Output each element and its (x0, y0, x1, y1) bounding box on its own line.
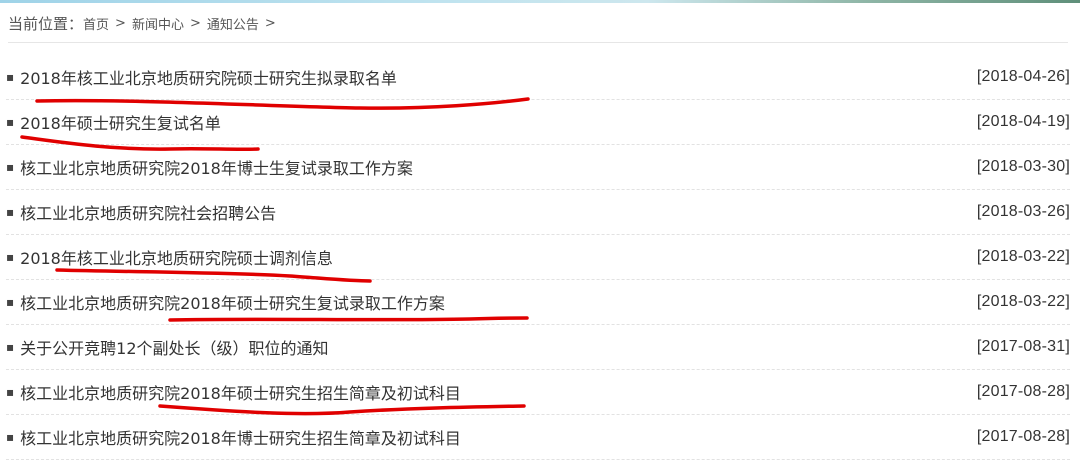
breadcrumb-separator: > (264, 15, 276, 31)
bullet-icon: ▪ (6, 295, 15, 309)
news-item: ▪ 关于公开竞聘12个副处长（级）职位的通知 [2017-08-31] (6, 325, 1070, 370)
bullet-icon: ▪ (6, 340, 15, 354)
news-date: [2017-08-31] (976, 338, 1070, 355)
news-title-link[interactable]: 核工业北京地质研究院社会招聘公告 (20, 200, 276, 224)
news-title-link[interactable]: 2018年核工业北京地质研究院硕士研究生拟录取名单 (20, 65, 397, 89)
news-title-link[interactable]: 核工业北京地质研究院2018年博士生复试录取工作方案 (20, 155, 413, 179)
bullet-icon: ▪ (6, 160, 15, 174)
bullet-icon: ▪ (6, 115, 15, 129)
bullet-icon: ▪ (6, 70, 15, 84)
breadcrumb-label: 当前位置： (8, 14, 84, 33)
bullet-icon: ▪ (6, 385, 15, 399)
breadcrumb-divider (8, 42, 1068, 43)
news-title-link[interactable]: 2018年硕士研究生复试名单 (20, 110, 221, 134)
news-date: [2018-03-26] (976, 203, 1070, 220)
news-title-link[interactable]: 2018年核工业北京地质研究院硕士调剂信息 (20, 245, 333, 269)
breadcrumb-separator: > (189, 15, 201, 31)
news-date: [2018-03-30] (976, 158, 1070, 175)
bullet-icon: ▪ (6, 205, 15, 219)
news-title-link[interactable]: 关于公开竞聘12个副处长（级）职位的通知 (20, 335, 328, 359)
news-item: ▪ 2018年核工业北京地质研究院硕士调剂信息 [2018-03-22] (6, 235, 1070, 280)
news-date: [2018-04-26] (976, 68, 1070, 85)
news-date: [2017-08-28] (976, 428, 1070, 445)
breadcrumb-news-center-link[interactable]: 新闻中心 (132, 14, 184, 33)
news-title-link[interactable]: 核工业北京地质研究院2018年硕士研究生复试录取工作方案 (20, 290, 445, 314)
news-item: ▪ 核工业北京地质研究院2018年硕士研究生复试录取工作方案 [2018-03-2… (6, 280, 1070, 325)
bullet-icon: ▪ (6, 430, 15, 444)
header-banner-strip (0, 0, 1080, 3)
news-date: [2017-08-28] (976, 383, 1070, 400)
news-item: ▪ 核工业北京地质研究院2018年博士研究生招生简章及初试科目 [2017-08-… (6, 415, 1070, 460)
breadcrumb-notices-link[interactable]: 通知公告 (207, 14, 259, 33)
news-date: [2018-03-22] (976, 293, 1070, 310)
breadcrumb-home-link[interactable]: 首页 (83, 14, 109, 33)
news-title-link[interactable]: 核工业北京地质研究院2018年硕士研究生招生简章及初试科目 (20, 380, 461, 404)
news-date: [2018-03-22] (976, 248, 1070, 265)
news-item: ▪ 2018年核工业北京地质研究院硕士研究生拟录取名单 [2018-04-26] (6, 55, 1070, 100)
news-item: ▪ 2018年硕士研究生复试名单 [2018-04-19] (6, 100, 1070, 145)
news-title-link[interactable]: 核工业北京地质研究院2018年博士研究生招生简章及初试科目 (20, 425, 461, 449)
news-list: ▪ 2018年核工业北京地质研究院硕士研究生拟录取名单 [2018-04-26] … (6, 55, 1070, 460)
bullet-icon: ▪ (6, 250, 15, 264)
breadcrumb: 当前位置： 首页 > 新闻中心 > 通知公告 > (8, 11, 282, 35)
news-item: ▪ 核工业北京地质研究院2018年硕士研究生招生简章及初试科目 [2017-08-… (6, 370, 1070, 415)
news-item: ▪ 核工业北京地质研究院社会招聘公告 [2018-03-26] (6, 190, 1070, 235)
news-item: ▪ 核工业北京地质研究院2018年博士生复试录取工作方案 [2018-03-30] (6, 145, 1070, 190)
breadcrumb-separator: > (115, 15, 126, 31)
news-date: [2018-04-19] (976, 113, 1070, 130)
